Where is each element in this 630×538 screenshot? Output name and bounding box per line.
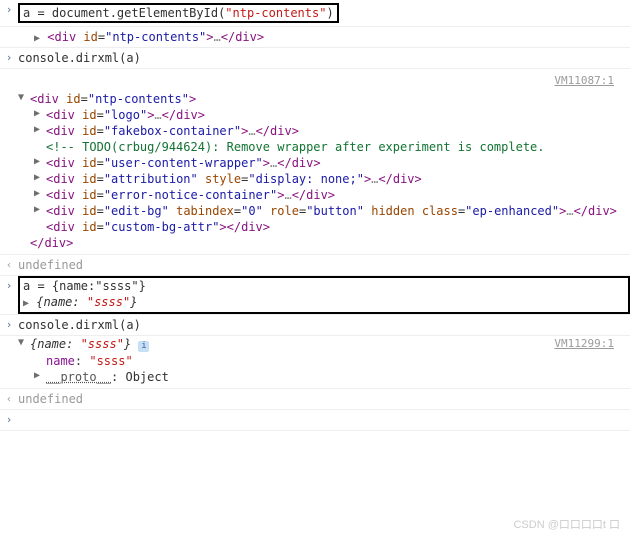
prompt-area[interactable] <box>18 412 630 428</box>
console-input-getelementbyid[interactable]: › a = document.getElementById("ntp-conte… <box>0 0 630 26</box>
input-content: a = document.getElementById("ntp-content… <box>18 2 630 24</box>
highlighted-code: a = document.getElementById("ntp-content… <box>18 3 339 23</box>
input-content: console.dirxml(a) <box>18 50 630 66</box>
dom-child[interactable]: <div id="attribution" style="display: no… <box>18 171 622 187</box>
input-marker: › <box>0 276 18 314</box>
console-input-dirxml-1[interactable]: › console.dirxml(a) <box>0 47 630 68</box>
dom-child[interactable]: <div id="fakebox-container">…</div> <box>18 123 622 139</box>
console-output-object: VM11299:1 {name: "ssss"} i name: "ssss" … <box>0 335 630 388</box>
expand-triangle[interactable] <box>34 33 40 44</box>
dom-root-close: </div> <box>18 235 622 251</box>
output-marker <box>0 338 18 386</box>
undefined-value: undefined <box>18 391 630 407</box>
output-marker <box>0 29 18 45</box>
highlighted-block: a = {name:"ssss"} {name: "ssss"} <box>18 276 630 314</box>
output-marker: › <box>0 257 18 273</box>
object-head[interactable]: {name: "ssss"} i <box>18 336 622 353</box>
input-marker: › <box>0 50 18 66</box>
output-marker <box>0 71 18 252</box>
dom-tree: VM11087:1 <div id="ntp-contents"> <div i… <box>18 71 630 252</box>
dom-child[interactable]: <div id="error-notice-container">…</div> <box>18 187 622 203</box>
console-input-dirxml-2[interactable]: › console.dirxml(a) <box>0 314 630 335</box>
dom-child[interactable]: <div id="edit-bg" tabindex="0" role="but… <box>18 203 622 219</box>
expand-triangle[interactable] <box>18 337 30 348</box>
watermark: CSDN @口口口口t 口 <box>513 516 620 532</box>
output-marker: › <box>0 391 18 407</box>
input-marker: › <box>0 412 18 428</box>
object-proto[interactable]: __proto__: Object <box>18 369 622 385</box>
expand-triangle[interactable] <box>34 108 46 119</box>
info-icon[interactable]: i <box>138 341 149 352</box>
dom-child[interactable]: <div id="custom-bg-attr"></div> <box>18 219 622 235</box>
undefined-value: undefined <box>18 257 630 273</box>
expand-triangle[interactable] <box>34 124 46 135</box>
expand-triangle[interactable] <box>34 204 46 215</box>
object-prop-name[interactable]: name: "ssss" <box>18 353 622 369</box>
expand-triangle[interactable] <box>34 370 46 381</box>
expand-triangle[interactable] <box>34 188 46 199</box>
console-input-object-assign[interactable]: › a = {name:"ssss"} {name: "ssss"} <box>0 275 630 314</box>
input-content: console.dirxml(a) <box>18 317 630 333</box>
object-tree: VM11299:1 {name: "ssss"} i name: "ssss" … <box>18 338 630 386</box>
console-output-element[interactable]: <div id="ntp-contents">…</div> <box>0 26 630 47</box>
dom-children: <div id="logo">…</div><div id="fakebox-c… <box>18 107 622 235</box>
expand-triangle[interactable] <box>18 92 30 103</box>
input-marker: › <box>0 2 18 24</box>
dom-comment[interactable]: <!-- TODO(crbug/944624): Remove wrapper … <box>18 139 622 155</box>
input-marker: › <box>0 317 18 333</box>
console-output-undefined-2: › undefined <box>0 388 630 409</box>
result-element[interactable]: <div id="ntp-contents">…</div> <box>18 29 630 45</box>
expand-triangle[interactable] <box>34 156 46 167</box>
source-link-1[interactable]: VM11087:1 <box>18 72 622 91</box>
console-output-domtree: VM11087:1 <div id="ntp-contents"> <div i… <box>0 68 630 254</box>
dom-root-open[interactable]: <div id="ntp-contents"> <box>18 91 622 107</box>
expand-triangle[interactable] <box>23 298 29 309</box>
expand-triangle[interactable] <box>34 172 46 183</box>
console-prompt[interactable]: › <box>0 409 630 431</box>
dom-child[interactable]: <div id="user-content-wrapper">…</div> <box>18 155 622 171</box>
dom-child[interactable]: <div id="logo">…</div> <box>18 107 622 123</box>
console-output-undefined-1: › undefined <box>0 254 630 275</box>
